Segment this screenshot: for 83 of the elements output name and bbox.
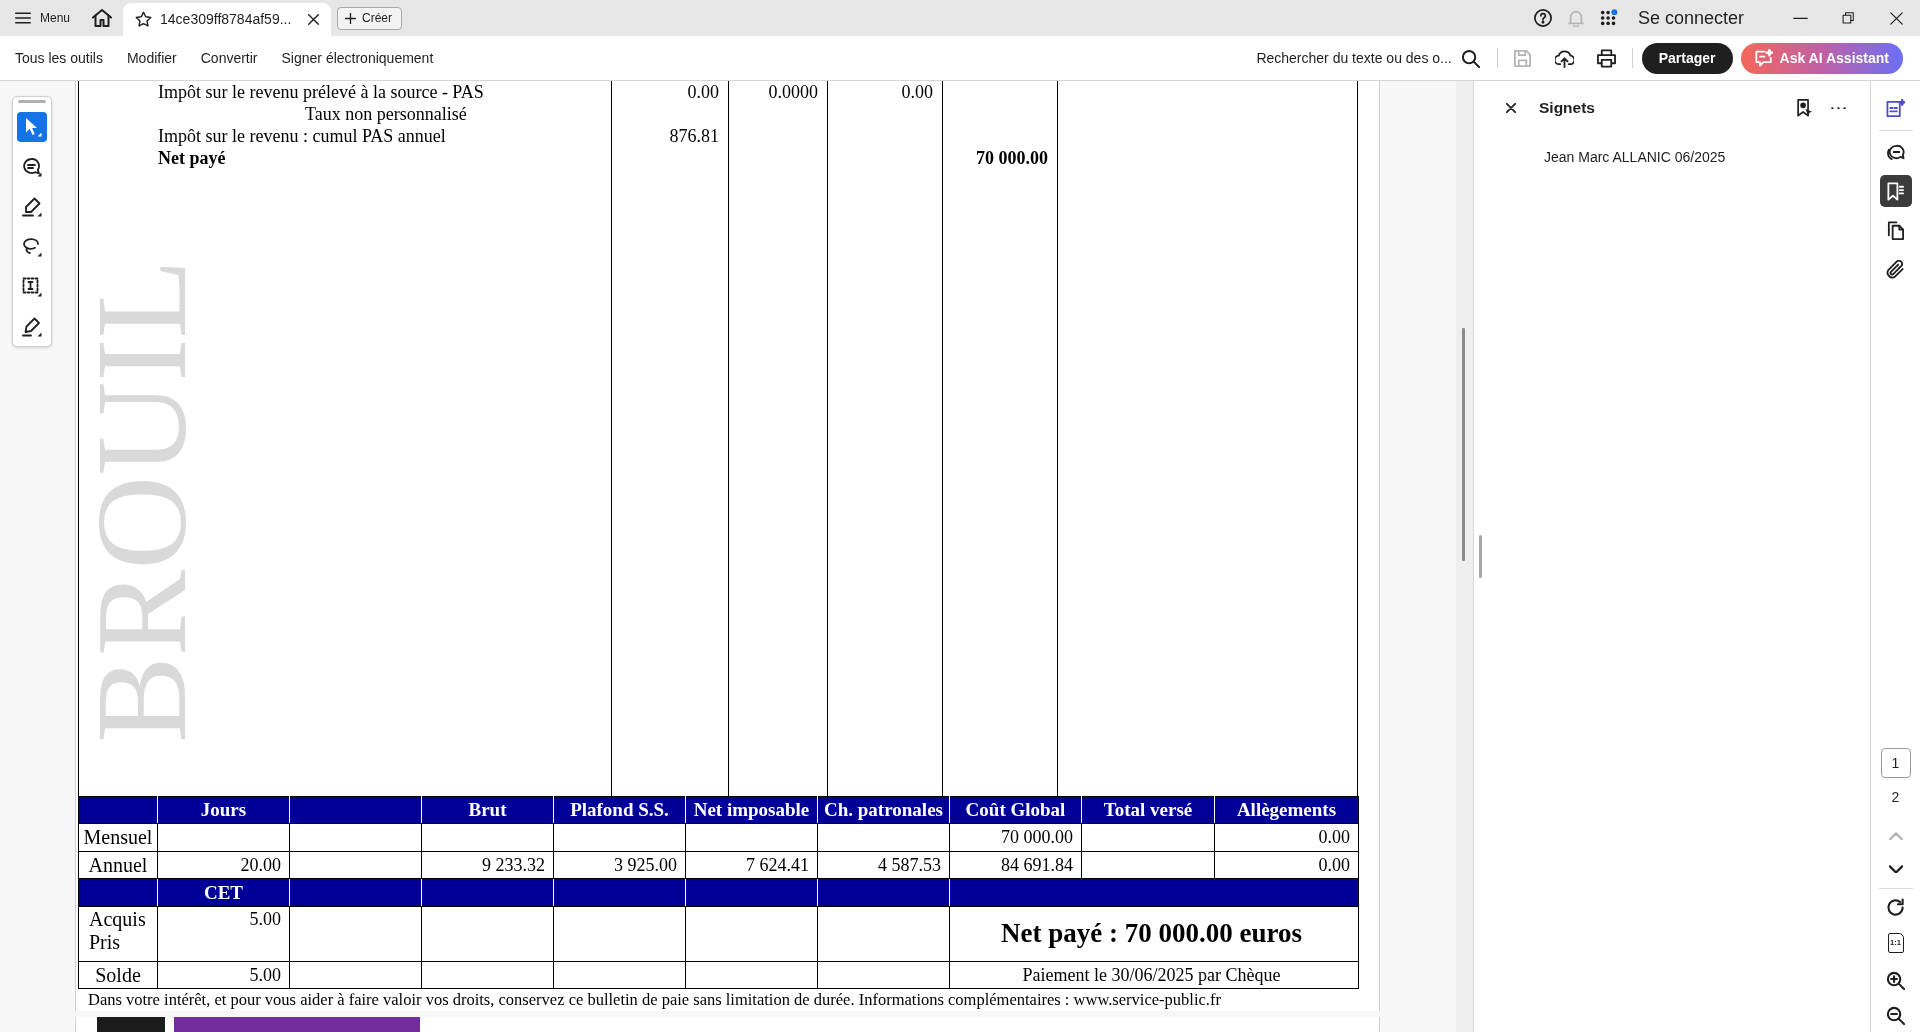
minimize-icon [1792, 16, 1808, 20]
create-button[interactable]: Créer [337, 6, 403, 30]
column-header: Net imposable [685, 796, 818, 824]
document-tab[interactable]: 14ce309ff8784af59... [123, 3, 332, 36]
table-cell: 4 587.53 [817, 851, 950, 879]
row-label: Impôt sur le revenu : cumul PAS annuel [158, 126, 446, 146]
toolbar-item[interactable]: Signer électroniquement [281, 47, 434, 69]
table-cell: 70 000.00 [949, 823, 1082, 852]
column-header: Coût Global [949, 796, 1082, 824]
pen-icon [22, 317, 42, 337]
table-cell: 84 691.84 [949, 851, 1082, 879]
row-label: Acquis [89, 908, 147, 931]
menu-button[interactable]: Menu [0, 3, 71, 33]
footer-notice: Dans votre intérêt, et pour vous aider à faire valoir vos droits, conservez ce bulletin de paie sans limitation de durée. Informations complémentaires : www.service-public.fr [87, 989, 1222, 1011]
home-icon [92, 8, 113, 28]
row-label: Impôt sur le revenu prélevé à la source - PAS [158, 82, 484, 102]
page-button[interactable]: 2 [1880, 782, 1911, 812]
close-icon [1506, 103, 1516, 113]
column-header: Ch. patronales [817, 796, 950, 824]
highlighter-icon [22, 197, 42, 217]
plus-icon [345, 12, 357, 24]
bookmark-icon [1795, 99, 1813, 117]
column-header: Allègements [1214, 796, 1359, 824]
zoom-out-icon [1886, 1005, 1905, 1025]
restore-icon [1841, 11, 1855, 25]
table-cell: 0.00 [1214, 851, 1359, 879]
menu-icon [15, 10, 31, 26]
page-button[interactable]: 1 [1880, 748, 1911, 778]
lasso-icon [22, 237, 42, 257]
section-header: CET [157, 878, 290, 907]
table-cell: 0.00 [1214, 823, 1359, 852]
row-label: Pris [89, 931, 122, 954]
close-icon [307, 14, 319, 25]
sign-in-button[interactable]: Se connecter [1638, 4, 1776, 32]
bookmarks-panel-button[interactable] [1879, 175, 1912, 207]
search-icon [1460, 48, 1480, 68]
comment-icon [1886, 142, 1905, 162]
table-cell: 876.81 [669, 126, 719, 146]
payment-note: Paiement le 30/06/2025 par Chèque [949, 961, 1359, 989]
star-icon [135, 11, 153, 28]
more-icon [1830, 106, 1846, 110]
table-cell: 9 233.32 [421, 851, 554, 879]
table-cell: 5.00 [157, 961, 290, 989]
table-cell: 0.0000 [768, 82, 818, 102]
drag-handle[interactable] [18, 100, 46, 103]
column-header: Plafond S.S. [553, 796, 686, 824]
text-box-icon [22, 277, 42, 297]
table-cell: 20.00 [157, 851, 290, 879]
comment-icon [22, 157, 42, 177]
row-label: Mensuel [78, 823, 158, 852]
table-cell: 3 925.00 [553, 851, 686, 879]
zoom-in-icon [1886, 970, 1905, 990]
toolbar-item[interactable]: Tous les outils [15, 47, 103, 69]
row-label: Taux non personnalisé [305, 104, 467, 124]
paperclip-icon [1886, 259, 1905, 279]
select-tool-button[interactable] [17, 112, 47, 142]
scrollbar-thumb[interactable] [1462, 328, 1465, 561]
table-cell: 0.00 [687, 82, 719, 102]
toolbar-item[interactable]: Modifier [126, 47, 177, 69]
toolbar-item[interactable]: Convertir [200, 47, 258, 69]
bookmark-item[interactable]: Jean Marc ALLANIC 06/2025 [1544, 147, 1870, 167]
chat-sparkle-icon [1754, 49, 1773, 67]
table-cell: 5.00 [157, 906, 290, 962]
rotate-icon [1886, 897, 1905, 917]
table-cell: 7 624.41 [685, 851, 818, 879]
column-header: Brut [421, 796, 554, 824]
panel-title: Signets [1539, 98, 1595, 119]
close-icon [1889, 11, 1903, 25]
net-pay-total: Net payé : 70 000.00 euros [949, 906, 1359, 962]
share-button[interactable]: Partager [1641, 42, 1733, 74]
row-label: Annuel [78, 851, 158, 879]
sparkle-document-icon [1886, 98, 1905, 118]
column-header: Jours [157, 796, 290, 824]
ai-assistant-button[interactable]: Ask AI Assistant [1740, 42, 1903, 74]
table-cell: 0.00 [901, 82, 933, 102]
table-cell: 70 000.00 [976, 148, 1048, 168]
row-label: Net payé [158, 148, 226, 168]
bookmark-icon [1886, 181, 1905, 201]
row-label: Solde [78, 961, 158, 989]
search-button[interactable]: Rechercher du texte ou des o... [1256, 47, 1480, 69]
column-header: Total versé [1081, 796, 1215, 824]
resize-handle[interactable] [1479, 535, 1482, 578]
pages-icon [1886, 220, 1905, 240]
